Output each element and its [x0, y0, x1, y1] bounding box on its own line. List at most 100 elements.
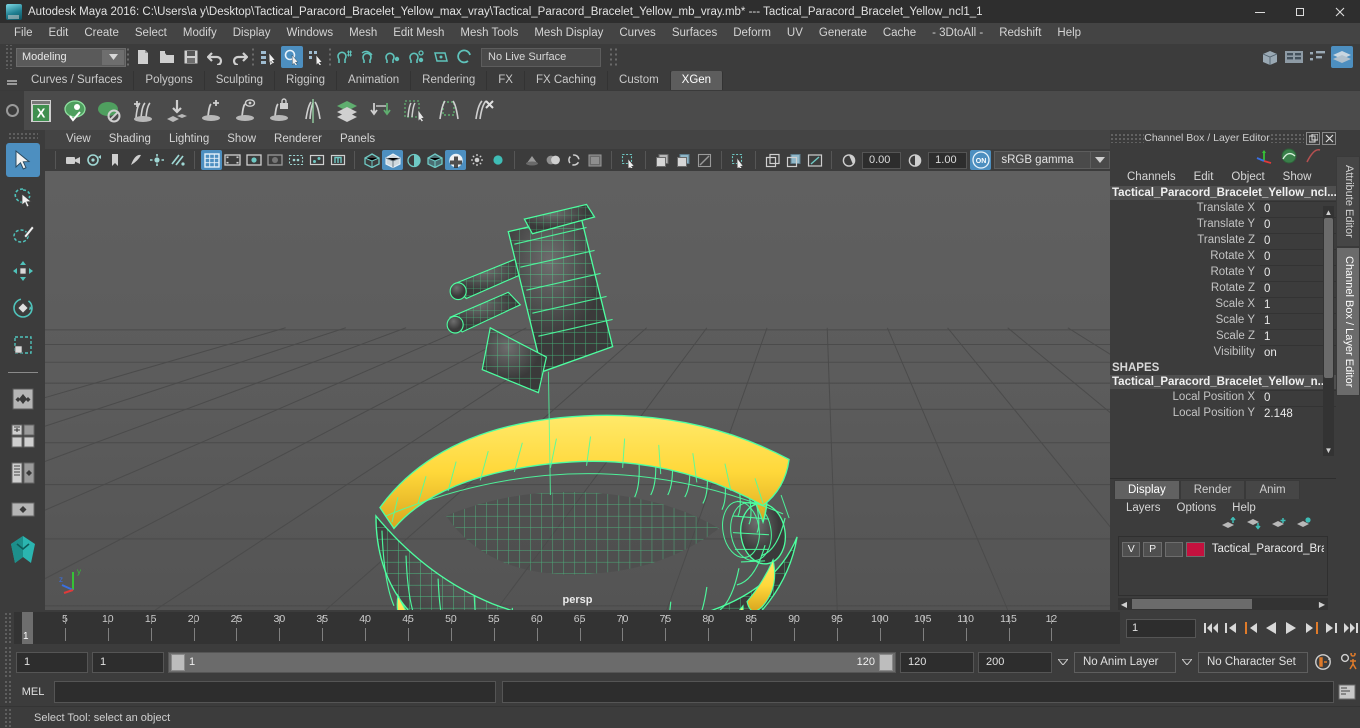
channel-box-menu[interactable]: Channels Edit Object Show: [1110, 168, 1336, 186]
expression-curve-icon[interactable]: [1304, 148, 1322, 167]
shelf-tab-polygons[interactable]: Polygons: [134, 71, 205, 90]
wireframe-icon[interactable]: [361, 150, 382, 170]
motion-blur-icon[interactable]: [563, 150, 584, 170]
move-tool-button[interactable]: [6, 254, 40, 288]
color-management-dropdown-chevron-down-icon[interactable]: [1091, 151, 1110, 169]
minimize-button[interactable]: [1240, 0, 1280, 23]
shelf-grip[interactable]: [4, 72, 20, 90]
screen-space-ao-icon[interactable]: [167, 150, 188, 170]
paint-select-tool-button[interactable]: [6, 217, 40, 251]
new-scene-icon[interactable]: [132, 46, 154, 68]
layer-tab-anim[interactable]: Anim: [1245, 480, 1300, 499]
layer-tab-render[interactable]: Render: [1179, 480, 1246, 499]
command-input-field[interactable]: [54, 681, 496, 703]
menu-generate[interactable]: Generate: [811, 23, 875, 44]
maximize-button[interactable]: [1280, 0, 1320, 23]
menu-windows[interactable]: Windows: [278, 23, 341, 44]
snap-to-projected-center-icon[interactable]: [406, 46, 428, 68]
attr-row-translate-z[interactable]: Translate Z0: [1110, 232, 1336, 248]
select-by-object-icon[interactable]: [281, 46, 303, 68]
open-scene-icon[interactable]: [156, 46, 178, 68]
bookmarks-icon[interactable]: [83, 150, 104, 170]
step-forward-key-icon[interactable]: [1322, 617, 1340, 639]
range-slider-grip[interactable]: [4, 646, 12, 678]
character-set-selector[interactable]: No Character Set: [1198, 651, 1308, 673]
layer-menu-help[interactable]: Help: [1224, 502, 1264, 514]
side-tab-attribute-editor[interactable]: Attribute Editor: [1336, 156, 1360, 247]
shelf-tab-xgen[interactable]: XGen: [670, 71, 724, 90]
menu-3dtoall[interactable]: - 3DtoAll -: [924, 23, 991, 44]
attr-row-local-position-y[interactable]: Local Position Y 2.148: [1110, 405, 1336, 421]
character-set-chevron-down-icon[interactable]: [1180, 652, 1194, 673]
select-by-hierarchy-icon[interactable]: [257, 46, 279, 68]
scrollbar-thumb[interactable]: [1324, 218, 1333, 378]
texture-icon[interactable]: [327, 150, 348, 170]
live-surface-field[interactable]: No Live Surface: [481, 47, 601, 67]
scroll-up-icon[interactable]: ▲: [1323, 206, 1334, 218]
show-hide-tool-settings-icon[interactable]: [1307, 46, 1329, 68]
xgen-hide-preview-icon[interactable]: [92, 94, 126, 128]
viewport-copy-icon[interactable]: [762, 150, 783, 170]
h-scrollbar-thumb[interactable]: [1132, 599, 1252, 609]
ambient-occlusion-icon[interactable]: [542, 150, 563, 170]
menu-modify[interactable]: Modify: [175, 23, 225, 44]
layer-list-horizontal-scrollbar[interactable]: ◀ ▶: [1118, 598, 1328, 610]
menu-mesh-display[interactable]: Mesh Display: [526, 23, 611, 44]
anim-layer-selector[interactable]: No Anim Layer: [1074, 651, 1176, 673]
right-vertical-tabs[interactable]: Attribute Editor Channel Box / Layer Edi…: [1336, 130, 1360, 610]
shelf-tab-rendering[interactable]: Rendering: [411, 71, 488, 90]
xgen-editor-icon[interactable]: X: [24, 94, 58, 128]
menu-mesh[interactable]: Mesh: [341, 23, 385, 44]
current-frame-field[interactable]: 1: [1126, 618, 1196, 638]
xgen-add-description-icon[interactable]: [194, 94, 228, 128]
3d-viewport[interactable]: persp y z: [45, 171, 1110, 610]
play-forwards-icon[interactable]: [1282, 617, 1300, 639]
xray-joints-icon[interactable]: [306, 150, 327, 170]
panel-grip-2[interactable]: [1270, 133, 1304, 143]
viewport-menu-shading[interactable]: Shading: [100, 130, 160, 149]
step-forward-frame-icon[interactable]: [1302, 617, 1320, 639]
xgen-add-groom-icon[interactable]: [126, 94, 160, 128]
rotate-tool-button[interactable]: [6, 291, 40, 325]
menu-edit[interactable]: Edit: [41, 23, 77, 44]
viewport-menu-panels[interactable]: Panels: [331, 130, 384, 149]
use-all-lights-icon[interactable]: [487, 150, 508, 170]
menu-curves[interactable]: Curves: [611, 23, 663, 44]
gamma-icon[interactable]: [904, 150, 925, 170]
show-hide-modeling-toolkit-icon[interactable]: [1259, 46, 1281, 68]
viewport-render-region-icon[interactable]: [804, 150, 825, 170]
xray-active-icon[interactable]: [652, 150, 673, 170]
menu-display[interactable]: Display: [225, 23, 279, 44]
step-back-frame-icon[interactable]: [1242, 617, 1260, 639]
xgen-transfer-icon[interactable]: [364, 94, 398, 128]
script-editor-icon[interactable]: [1334, 680, 1360, 704]
close-button[interactable]: [1320, 0, 1360, 23]
time-slider[interactable]: 1 51015202530354045505560657075808590951…: [14, 612, 1120, 644]
animation-end-time-field[interactable]: 200: [978, 651, 1052, 673]
xgen-layers-icon[interactable]: [330, 94, 364, 128]
make-live-icon[interactable]: [454, 46, 476, 68]
last-tool-button[interactable]: [6, 382, 40, 416]
grid-icon[interactable]: [201, 150, 222, 170]
gamma-value-field[interactable]: 1.00: [928, 151, 968, 169]
command-line-grip[interactable]: [4, 680, 12, 704]
layer-color-swatch[interactable]: [1186, 541, 1205, 557]
shadows-icon[interactable]: [146, 150, 167, 170]
status-line-grip[interactable]: [4, 707, 12, 728]
viewport-menu-lighting[interactable]: Lighting: [160, 130, 218, 149]
smooth-shade-all-icon[interactable]: [382, 150, 403, 170]
use-default-light-icon[interactable]: [466, 150, 487, 170]
create-layer-from-selected-icon[interactable]: [1296, 517, 1312, 533]
xgen-preview-visibility-icon[interactable]: [58, 94, 92, 128]
time-slider-grip[interactable]: [4, 612, 12, 644]
shelf-tab-custom[interactable]: Custom: [608, 71, 671, 90]
camera-attributes-icon[interactable]: [62, 150, 83, 170]
resolution-gate-icon[interactable]: [243, 150, 264, 170]
scroll-left-icon[interactable]: ◀: [1118, 598, 1130, 610]
grid-toggle-icon[interactable]: [694, 150, 715, 170]
current-time-indicator[interactable]: 1: [22, 612, 33, 644]
snap-to-grid-icon[interactable]: [334, 46, 356, 68]
xgen-delete-icon[interactable]: [466, 94, 500, 128]
viewport-menu-view[interactable]: View: [57, 130, 100, 149]
persp-layout-button[interactable]: [6, 493, 40, 527]
